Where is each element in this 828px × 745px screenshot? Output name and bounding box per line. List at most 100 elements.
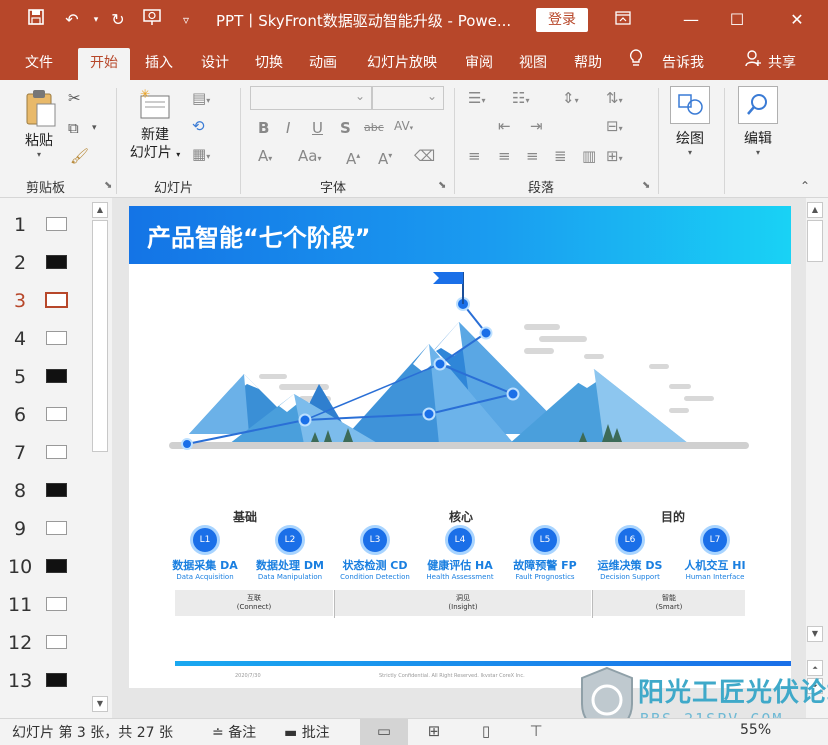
align-right-icon[interactable]: ≡: [526, 146, 539, 166]
strikethrough-icon[interactable]: abc: [364, 118, 384, 138]
slide-thumbnail-image[interactable]: [45, 292, 68, 308]
slide-thumbnail-image[interactable]: [46, 559, 67, 573]
editing-dropdown-icon[interactable]: ▾: [736, 148, 780, 157]
slide-thumbnail[interactable]: 3: [0, 282, 88, 320]
present-from-start-icon[interactable]: [140, 8, 164, 32]
new-slide-dropdown-icon[interactable]: ▾: [176, 150, 180, 159]
text-direction-icon[interactable]: ⇅▾: [606, 88, 623, 111]
clipboard-launcher-icon[interactable]: ⬊: [104, 180, 112, 191]
tab-home[interactable]: 开始: [78, 48, 130, 80]
normal-view-button[interactable]: ▭: [360, 719, 408, 745]
shadow-icon[interactable]: S: [340, 118, 351, 138]
scroll-thumb[interactable]: [807, 220, 823, 262]
minimize-icon[interactable]: —: [668, 0, 714, 40]
paste-dropdown-icon[interactable]: ▾: [18, 150, 60, 159]
slide-thumbnail[interactable]: 1: [0, 206, 88, 244]
tab-help[interactable]: 帮助: [565, 48, 611, 80]
font-size-select[interactable]: ⌄: [372, 86, 444, 110]
tab-file[interactable]: 文件: [14, 48, 64, 80]
slide-thumbnail-image[interactable]: [46, 521, 67, 535]
slide-thumbnail[interactable]: 10: [0, 548, 88, 586]
slideshow-view-button[interactable]: ⊤: [512, 719, 560, 745]
slide-thumbnail[interactable]: 9: [0, 510, 88, 548]
increase-indent-icon[interactable]: ⇥: [530, 116, 543, 136]
tab-transitions[interactable]: 切换: [246, 48, 292, 80]
tab-animations[interactable]: 动画: [300, 48, 346, 80]
slide-thumbnail[interactable]: 2: [0, 244, 88, 282]
section-icon[interactable]: ▦▾: [192, 144, 210, 167]
editing-button[interactable]: 编辑 ▾: [736, 86, 780, 157]
decrease-font-icon[interactable]: A▾: [378, 146, 392, 169]
reading-view-button[interactable]: ▯: [462, 719, 510, 745]
italic-icon[interactable]: I: [286, 118, 290, 138]
tab-insert[interactable]: 插入: [136, 48, 182, 80]
paste-button[interactable]: 粘贴 ▾: [18, 88, 60, 159]
underline-icon[interactable]: U: [312, 118, 323, 138]
slide-thumbnail-image[interactable]: [46, 597, 67, 611]
cut-icon[interactable]: ✂: [68, 88, 81, 108]
scroll-down-icon[interactable]: ▼: [92, 696, 108, 712]
undo-dropdown-icon[interactable]: ▾: [84, 8, 108, 32]
slide-thumbnail-image[interactable]: [46, 255, 67, 269]
scroll-up-icon[interactable]: ▲: [807, 202, 823, 218]
drawing-dropdown-icon[interactable]: ▾: [668, 148, 712, 157]
slide-thumbnail[interactable]: 7: [0, 434, 88, 472]
share-button[interactable]: 共享: [764, 48, 800, 80]
comments-button[interactable]: ▬ 批注: [284, 722, 330, 742]
drawing-button[interactable]: 绘图 ▾: [668, 86, 712, 157]
zoom-level[interactable]: 55%: [740, 722, 771, 738]
format-painter-icon[interactable]: 🖌: [70, 146, 89, 166]
ribbon-display-options-icon[interactable]: [600, 0, 646, 40]
paragraph-launcher-icon[interactable]: ⬊: [642, 180, 650, 191]
scroll-up-icon[interactable]: ▲: [92, 202, 108, 218]
slide-thumbnail[interactable]: 8: [0, 472, 88, 510]
slide-thumbnail-image[interactable]: [46, 407, 67, 421]
undo-icon[interactable]: ↶: [60, 8, 84, 32]
justify-icon[interactable]: ≣: [554, 146, 567, 166]
maximize-icon[interactable]: ☐: [714, 0, 760, 40]
slide-thumbnail[interactable]: 5: [0, 358, 88, 396]
customize-toolbar-icon[interactable]: ▿: [174, 8, 198, 32]
align-center-icon[interactable]: ≡: [498, 146, 511, 166]
share-user-icon[interactable]: [744, 48, 762, 80]
tab-slideshow[interactable]: 幻灯片放映: [360, 48, 444, 80]
numbering-icon[interactable]: ☷▾: [512, 88, 529, 111]
slide-title[interactable]: 产品智能“七个阶段”: [147, 218, 371, 253]
slide-thumbnail[interactable]: 6: [0, 396, 88, 434]
reset-icon[interactable]: ⟲: [192, 116, 205, 136]
close-icon[interactable]: ✕: [774, 0, 820, 40]
bold-icon[interactable]: B: [258, 118, 269, 138]
smartart-icon[interactable]: ⊞▾: [606, 146, 623, 169]
slide-thumbnail-image[interactable]: [46, 635, 67, 649]
increase-font-icon[interactable]: A▴: [346, 146, 360, 169]
bullets-icon[interactable]: ☰▾: [468, 88, 485, 111]
decrease-indent-icon[interactable]: ⇤: [498, 116, 511, 136]
slide-sorter-view-button[interactable]: ⊞: [410, 719, 458, 745]
editor-scrollbar[interactable]: ▲ ▼ ⏶ ⏷: [806, 198, 826, 718]
tab-design[interactable]: 设计: [192, 48, 238, 80]
slide-thumbnail-image[interactable]: [46, 483, 67, 497]
slide-thumbnail[interactable]: 13: [0, 662, 88, 700]
slide-thumbnail-image[interactable]: [46, 673, 67, 687]
tab-review[interactable]: 审阅: [456, 48, 502, 80]
save-icon[interactable]: [24, 8, 48, 32]
font-launcher-icon[interactable]: ⬊: [438, 180, 446, 191]
character-spacing-icon[interactable]: AV▾: [394, 116, 413, 138]
slide-thumbnail[interactable]: 11: [0, 586, 88, 624]
collapse-ribbon-icon[interactable]: ⌃: [800, 176, 810, 196]
scroll-thumb[interactable]: [92, 220, 108, 452]
change-case-icon[interactable]: Aa▾: [298, 146, 321, 169]
notes-button[interactable]: ≐ 备注: [212, 722, 256, 742]
line-spacing-icon[interactable]: ⇕▾: [562, 88, 579, 111]
slide-thumbnail-image[interactable]: [46, 445, 67, 459]
thumbnail-scrollbar[interactable]: ▲ ▼: [90, 198, 110, 718]
align-text-icon[interactable]: ⊟▾: [606, 116, 623, 139]
tab-view[interactable]: 视图: [510, 48, 556, 80]
slide-thumbnail[interactable]: 12: [0, 624, 88, 662]
tell-me-search[interactable]: 告诉我: [656, 48, 710, 80]
slide-thumbnail[interactable]: 4: [0, 320, 88, 358]
layout-icon[interactable]: ▤▾: [192, 88, 210, 111]
scroll-down-icon[interactable]: ▼: [807, 626, 823, 642]
current-slide[interactable]: 产品智能“七个阶段” 基础 核心 目的 L1 L2 L3 L4 L5 L6 L7…: [129, 206, 791, 688]
slide-thumbnail-image[interactable]: [46, 331, 67, 345]
